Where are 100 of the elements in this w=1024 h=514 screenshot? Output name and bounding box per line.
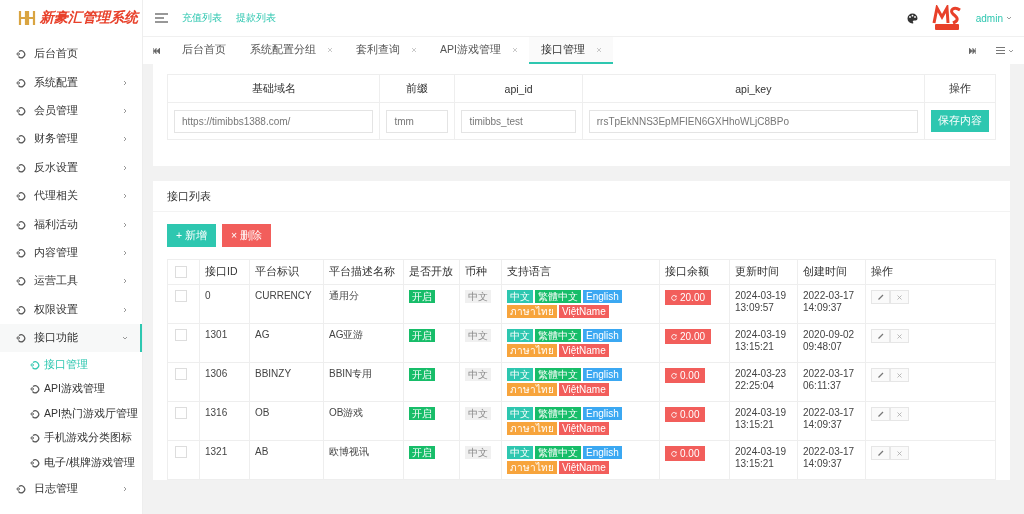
page-tab[interactable]: 系统配置分组 [238, 37, 344, 64]
skip-back-icon[interactable] [153, 47, 160, 54]
language-tag: English [583, 407, 622, 420]
column-header: 是否开放 [403, 259, 460, 285]
sidebar-item[interactable]: 福利活动 [0, 210, 142, 239]
close-icon[interactable] [412, 47, 416, 52]
input-field[interactable]: rrsTpEkNNS3EpMFIEN6GXHhoWLjC8BPo [588, 109, 918, 133]
sidebar-item[interactable]: 日志管理 [0, 474, 142, 504]
column-header: 操作 [924, 74, 996, 103]
sidebar-item[interactable]: 财务管理 [0, 125, 142, 154]
language-tag: ภาษาไทย [507, 383, 557, 396]
currency-tag: 中文 [465, 329, 491, 342]
currency-tag: 中文 [465, 446, 491, 459]
page-tab[interactable]: 接口管理 [528, 37, 613, 64]
status-tag: 开启 [409, 368, 435, 381]
table-cell: 通用分 [323, 284, 404, 324]
page-tab[interactable]: 套利查询 [344, 37, 428, 64]
checkbox[interactable] [175, 368, 187, 380]
caret-icon [1006, 15, 1012, 21]
sidebar-item[interactable]: 内容管理 [0, 238, 142, 268]
chevron-right-icon [122, 79, 128, 86]
checkbox[interactable] [175, 290, 187, 302]
sidebar-subitem[interactable]: 电子/棋牌游戏管理 [0, 450, 142, 475]
circle-icon [16, 219, 26, 230]
sidebar-subitem[interactable]: API游戏管理 [0, 376, 142, 402]
table-cell: OB游戏 [323, 401, 404, 441]
sidebar-item[interactable]: 代理相关 [0, 181, 142, 211]
sidebar-item[interactable]: 接口功能 [0, 323, 142, 353]
refresh-icon [671, 294, 677, 301]
app-title: 新豪汇管理系统 [40, 9, 138, 27]
edit-button[interactable] [871, 407, 890, 421]
delete-button[interactable] [890, 407, 909, 421]
delete-button[interactable] [890, 368, 909, 382]
close-icon[interactable] [596, 47, 601, 52]
sidebar-item[interactable]: 反水设置 [0, 153, 142, 182]
table-cell: 2024-03-23 22:25:04 [729, 362, 798, 402]
close-icon[interactable] [512, 47, 517, 52]
sidebar-item[interactable]: 运营工具 [0, 267, 142, 296]
table-cell: 1321 [199, 440, 250, 480]
chevron-right-icon [122, 221, 128, 228]
pencil-icon [877, 411, 884, 417]
status-tag: 开启 [409, 407, 435, 420]
sidebar-subitem[interactable]: API热门游戏厅管理 [0, 401, 142, 426]
skip-forward-icon[interactable] [969, 47, 976, 54]
logo-icon [18, 10, 36, 26]
column-header: 币种 [459, 259, 502, 285]
refresh-icon [671, 372, 677, 379]
chevron-right-icon [122, 306, 128, 313]
edit-button[interactable] [871, 329, 890, 343]
circle-icon [16, 77, 26, 88]
chevron-right-icon [122, 136, 128, 143]
table-cell: OB [249, 401, 324, 441]
chevron-right-icon [122, 486, 128, 492]
close-icon [897, 450, 902, 456]
sidebar-item[interactable]: 权限设置 [0, 295, 142, 324]
menu-icon[interactable] [996, 47, 1005, 54]
chevron-right-icon [122, 193, 128, 200]
edit-button[interactable] [871, 368, 890, 382]
table-cell: 0 [199, 284, 250, 324]
column-header: 操作 [865, 259, 996, 285]
page-tab[interactable]: 后台首页 [170, 37, 238, 64]
edit-button[interactable] [871, 290, 890, 304]
card-title: 接口列表 [167, 188, 211, 204]
refresh-icon [671, 333, 677, 340]
chevron-right-icon [122, 278, 128, 285]
column-header: 更新时间 [729, 259, 798, 285]
checkbox[interactable] [175, 446, 187, 458]
language-tag: 中文 [507, 329, 533, 342]
palette-icon[interactable] [906, 12, 918, 24]
page-tab[interactable]: API游戏管理 [428, 37, 529, 64]
status-tag: 开启 [409, 446, 435, 459]
table-cell: 2022-03-17 14:09:37 [797, 440, 866, 480]
circle-icon [16, 304, 26, 315]
sidebar-item[interactable]: 后台首页 [0, 40, 142, 69]
column-header: 前缀 [379, 74, 455, 103]
checkbox[interactable] [175, 407, 187, 419]
table-cell: CURRENCY [249, 284, 324, 324]
pencil-icon [877, 333, 884, 339]
checkbox[interactable] [175, 329, 187, 341]
pencil-icon [877, 450, 884, 456]
sidebar-item[interactable]: 会员管理 [0, 96, 142, 126]
table-cell: 2024-03-19 13:15:21 [729, 401, 798, 441]
sidebar-subitem[interactable]: 手机游戏分类图标 [0, 425, 142, 451]
input-field[interactable]: tmm [386, 109, 449, 133]
table-cell: 2020-09-02 09:48:07 [797, 323, 866, 363]
column-header: 基础域名 [167, 74, 380, 103]
column-header: 支持语言 [501, 259, 660, 285]
edit-button[interactable] [871, 446, 890, 460]
checkbox[interactable] [175, 266, 187, 278]
language-tag: 繁體中文 [535, 290, 581, 303]
input-field[interactable]: https://timibbs1388.com/ [174, 109, 374, 133]
input-field[interactable]: timibbs_test [461, 109, 576, 133]
menu-icon[interactable] [155, 13, 168, 23]
close-icon[interactable] [328, 47, 332, 52]
delete-button[interactable] [890, 446, 909, 460]
close-icon [897, 333, 902, 339]
sidebar-item[interactable]: 系统配置 [0, 68, 142, 97]
language-tag: ภาษาไทย [507, 461, 557, 474]
delete-button[interactable] [890, 329, 909, 343]
delete-button[interactable] [890, 290, 909, 304]
